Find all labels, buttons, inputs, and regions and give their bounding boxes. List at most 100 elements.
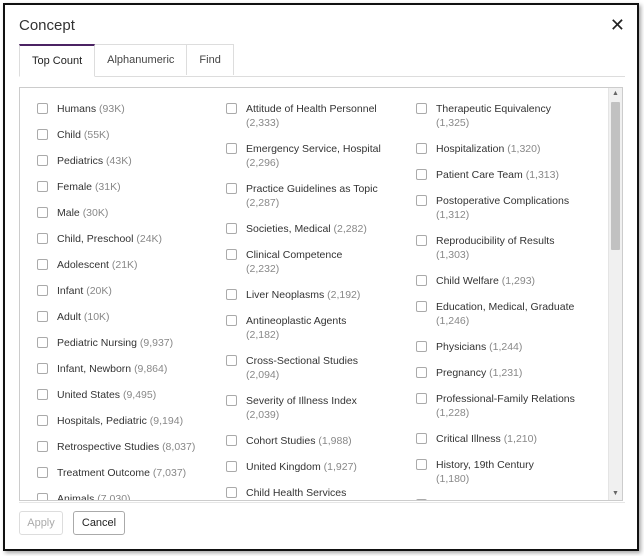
concept-item[interactable]: Postoperative Complications (1,312)	[416, 194, 584, 222]
concept-item[interactable]: Treatment Outcome (7,037)	[37, 466, 207, 480]
concept-item[interactable]: Emergency Service, Hospital (2,296)	[226, 142, 394, 170]
concept-checkbox[interactable]	[416, 301, 427, 312]
concept-checkbox[interactable]	[226, 143, 237, 154]
concept-item[interactable]: Patient Care Team (1,313)	[416, 168, 586, 182]
concept-item[interactable]: Animals (7,030)	[37, 492, 207, 500]
concept-checkbox[interactable]	[226, 223, 237, 234]
concept-name: Attitude of Health Personnel	[246, 103, 377, 115]
concept-checkbox[interactable]	[226, 249, 237, 260]
concept-item[interactable]: Child (55K)	[37, 128, 207, 142]
concept-checkbox[interactable]	[37, 389, 48, 400]
concept-item[interactable]: History, 19th Century (1,180)	[416, 458, 584, 486]
cancel-button[interactable]: Cancel	[73, 511, 125, 535]
concept-item[interactable]: Hospitalization (1,320)	[416, 142, 586, 156]
concept-checkbox[interactable]	[37, 363, 48, 374]
concept-item[interactable]: Infant, Newborn (9,864)	[37, 362, 207, 376]
concept-checkbox[interactable]	[416, 275, 427, 286]
concept-item[interactable]: Pediatrics (43K)	[37, 154, 207, 168]
concept-checkbox[interactable]	[416, 143, 427, 154]
concept-count: (2,192)	[327, 289, 361, 301]
concept-checkbox[interactable]	[37, 337, 48, 348]
concept-checkbox[interactable]	[37, 311, 48, 322]
concept-checkbox[interactable]	[226, 355, 237, 366]
concept-checkbox[interactable]	[226, 461, 237, 472]
concept-label: Societies, Medical (2,282)	[246, 222, 396, 236]
concept-item[interactable]: Critical Illness (1,210)	[416, 432, 586, 446]
concept-item[interactable]: Liver Neoplasms (2,192)	[226, 288, 396, 302]
concept-item[interactable]: Humans (93K)	[37, 102, 207, 116]
concept-item[interactable]: United States (9,495)	[37, 388, 207, 402]
concept-item[interactable]: Severity of Illness Index (2,039)	[226, 394, 394, 422]
concept-item[interactable]: Physicians (1,244)	[416, 340, 586, 354]
concept-checkbox[interactable]	[37, 493, 48, 500]
close-icon[interactable]: ✕	[610, 15, 625, 35]
concept-item[interactable]: Cross-Sectional Studies (2,094)	[226, 354, 394, 382]
concept-checkbox[interactable]	[416, 459, 427, 470]
concept-checkbox[interactable]	[37, 415, 48, 426]
concept-checkbox[interactable]	[416, 433, 427, 444]
concept-name: Clinical Competence	[246, 249, 343, 261]
concept-count: (8,037)	[162, 441, 196, 453]
tab-alphanumeric[interactable]: Alphanumeric	[94, 44, 188, 75]
concept-item[interactable]: Reproducibility of Results (1,303)	[416, 234, 584, 262]
concept-checkbox[interactable]	[416, 341, 427, 352]
concept-item[interactable]: Therapeutic Equivalency (1,325)	[416, 102, 584, 130]
concept-item[interactable]: Retrospective Studies (8,037)	[37, 440, 207, 454]
concept-checkbox[interactable]	[226, 183, 237, 194]
concept-checkbox[interactable]	[37, 129, 48, 140]
concept-item[interactable]: Signal transduction (1,161)	[416, 498, 584, 500]
concept-item[interactable]: Pediatric Nursing (9,937)	[37, 336, 207, 350]
concept-item[interactable]: Male (30K)	[37, 206, 207, 220]
concept-item[interactable]: Attitude of Health Personnel (2,333)	[226, 102, 394, 130]
concept-item[interactable]: Child, Preschool (24K)	[37, 232, 207, 246]
concept-checkbox[interactable]	[226, 395, 237, 406]
concept-checkbox[interactable]	[37, 467, 48, 478]
concept-checkbox[interactable]	[226, 103, 237, 114]
concept-checkbox[interactable]	[37, 103, 48, 114]
concept-item[interactable]: Child Welfare (1,293)	[416, 274, 586, 288]
concept-item[interactable]: Child Health Services (1,856)	[226, 486, 394, 500]
concept-checkbox[interactable]	[37, 233, 48, 244]
concept-item[interactable]: Female (31K)	[37, 180, 207, 194]
tab-bar: Top Count Alphanumeric Find	[19, 44, 234, 77]
concept-item[interactable]: Infant (20K)	[37, 284, 207, 298]
scroll-thumb[interactable]	[611, 102, 620, 250]
scroll-down-icon[interactable]: ▼	[609, 488, 622, 500]
concept-checkbox[interactable]	[226, 289, 237, 300]
concept-item[interactable]: Hospitals, Pediatric (9,194)	[37, 414, 207, 428]
concept-item[interactable]: Antineoplastic Agents (2,182)	[226, 314, 394, 342]
concept-checkbox[interactable]	[37, 441, 48, 452]
concept-checkbox[interactable]	[416, 393, 427, 404]
concept-count: (1,180)	[436, 473, 470, 485]
concept-checkbox[interactable]	[416, 103, 427, 114]
concept-checkbox[interactable]	[226, 487, 237, 498]
concept-checkbox[interactable]	[226, 315, 237, 326]
concept-item[interactable]: United Kingdom (1,927)	[226, 460, 396, 474]
concept-checkbox[interactable]	[37, 285, 48, 296]
concept-item[interactable]: Pregnancy (1,231)	[416, 366, 586, 380]
concept-checkbox[interactable]	[416, 367, 427, 378]
tab-find[interactable]: Find	[186, 44, 234, 75]
concept-checkbox[interactable]	[416, 235, 427, 246]
tab-top-count[interactable]: Top Count	[19, 44, 96, 77]
concept-checkbox[interactable]	[37, 259, 48, 270]
concept-checkbox[interactable]	[416, 499, 427, 500]
concept-item[interactable]: Practice Guidelines as Topic (2,287)	[226, 182, 394, 210]
concept-item[interactable]: Adolescent (21K)	[37, 258, 207, 272]
vertical-scrollbar[interactable]: ▲ ▼	[608, 88, 622, 500]
concept-checkbox[interactable]	[226, 435, 237, 446]
concept-item[interactable]: Education, Medical, Graduate (1,246)	[416, 300, 584, 328]
concept-checkbox[interactable]	[37, 155, 48, 166]
concept-checkbox[interactable]	[416, 169, 427, 180]
concept-item[interactable]: Cohort Studies (1,988)	[226, 434, 396, 448]
concept-checkbox[interactable]	[37, 181, 48, 192]
concept-checkbox[interactable]	[416, 195, 427, 206]
concept-item[interactable]: Professional-Family Relations (1,228)	[416, 392, 584, 420]
concept-count: (43K)	[106, 155, 132, 167]
apply-button[interactable]: Apply	[19, 511, 63, 535]
concept-item[interactable]: Societies, Medical (2,282)	[226, 222, 396, 236]
scroll-up-icon[interactable]: ▲	[609, 88, 622, 100]
concept-checkbox[interactable]	[37, 207, 48, 218]
concept-item[interactable]: Clinical Competence (2,232)	[226, 248, 394, 276]
concept-item[interactable]: Adult (10K)	[37, 310, 207, 324]
